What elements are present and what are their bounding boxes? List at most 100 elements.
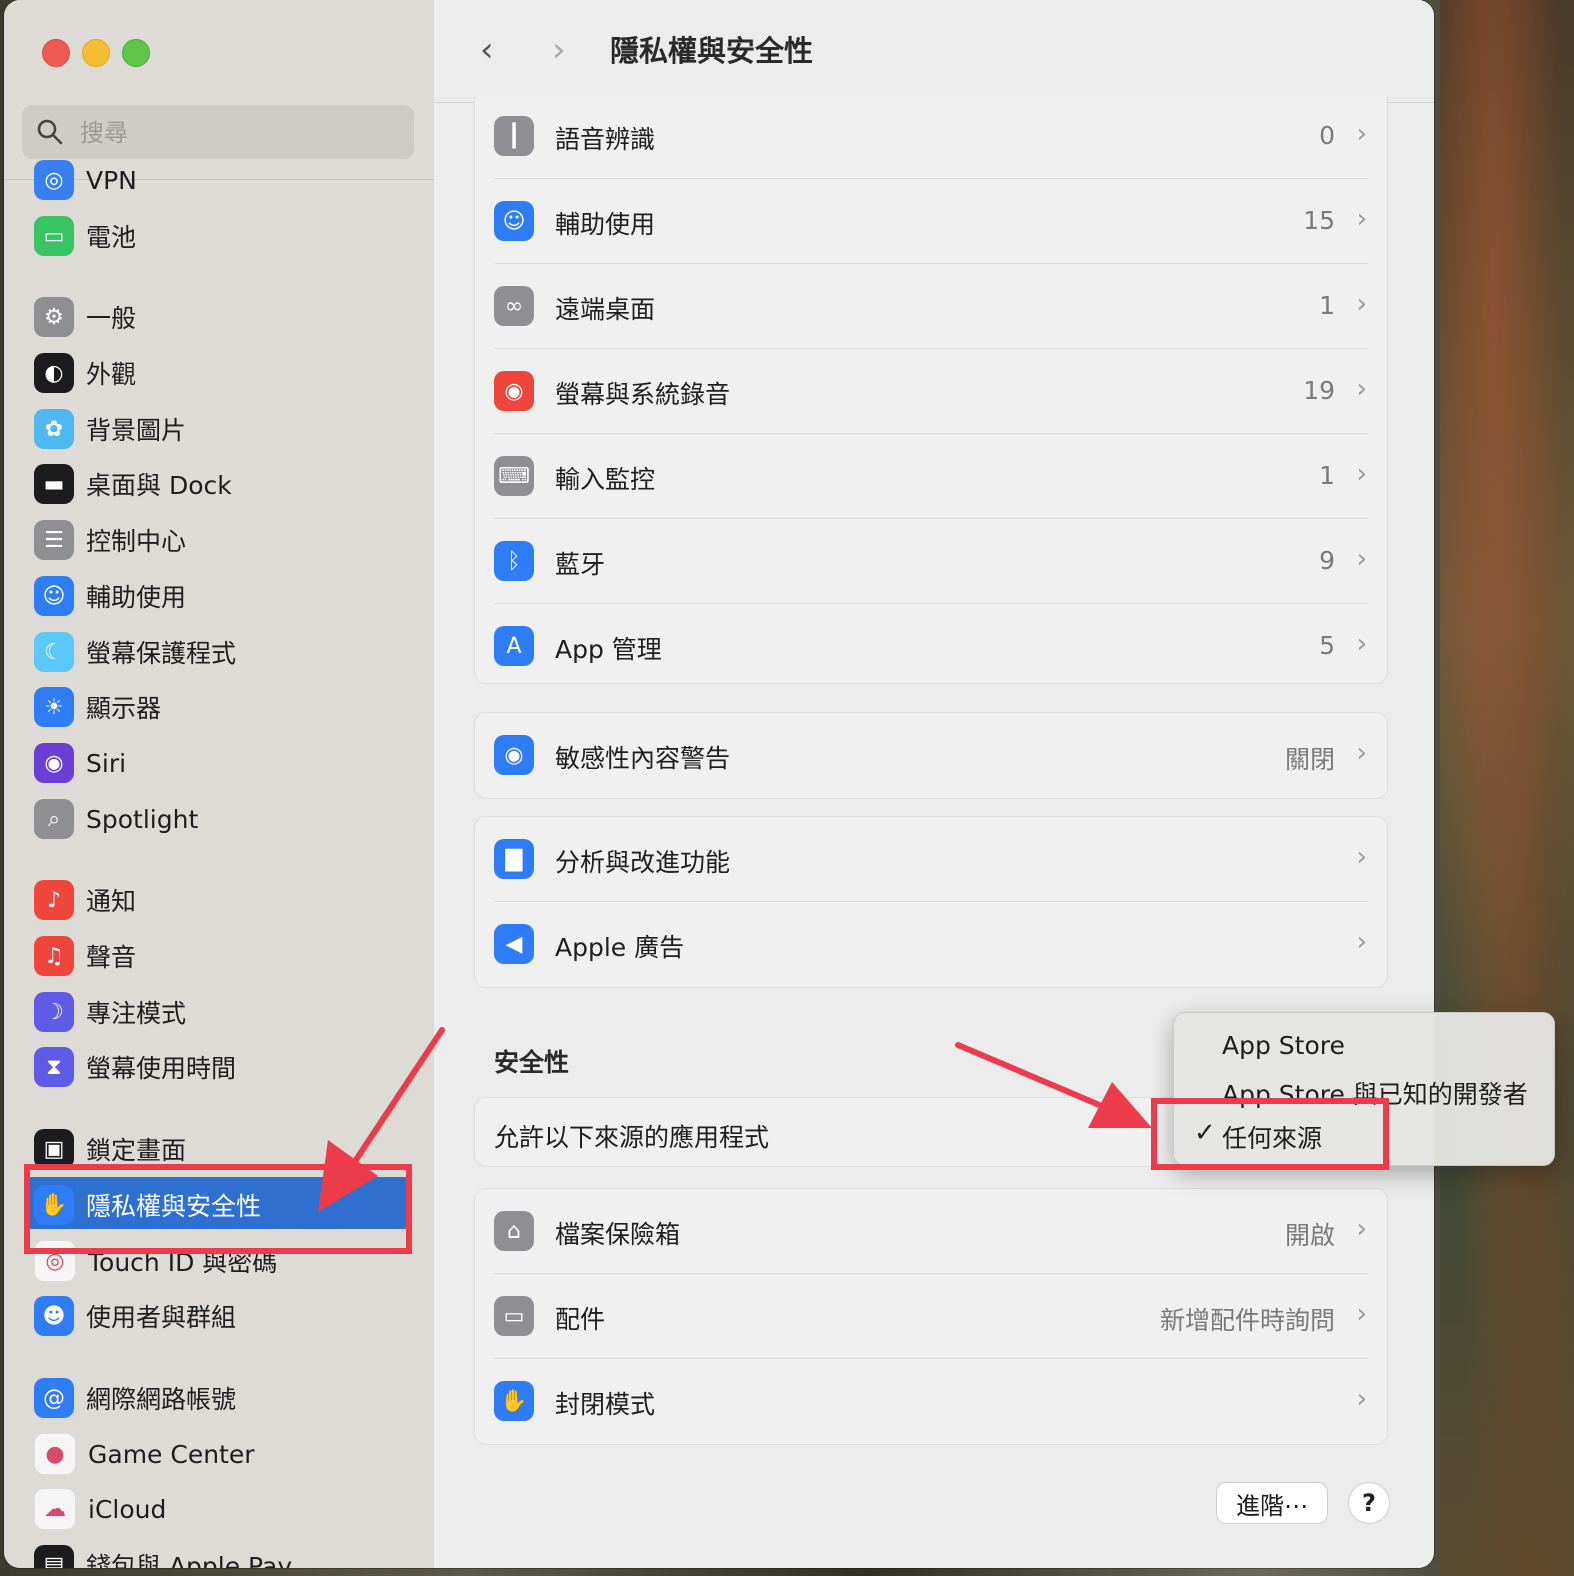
settings-row[interactable]: A App 管理 5 › — [475, 604, 1387, 689]
zoom-button[interactable] — [122, 39, 150, 67]
sidebar-item-label: 電池 — [86, 223, 137, 252]
chevron-right-icon: › — [1356, 289, 1367, 319]
chevron-right-icon: › — [1356, 738, 1367, 768]
settings-row[interactable]: ✋ 封閉模式 › — [475, 1359, 1387, 1444]
row-value: 關閉 — [1284, 745, 1335, 774]
sidebar-item-label: 網際網路帳號 — [86, 1385, 237, 1414]
forward-button[interactable]: › — [552, 30, 566, 70]
sidebar-item-label: 一般 — [86, 304, 137, 333]
row-value: 新增配件時詢問 — [1159, 1306, 1335, 1335]
help-button[interactable]: ? — [1348, 1482, 1390, 1524]
sidebar-item-label: VPN — [86, 165, 137, 195]
sidebar-item-14[interactable]: ☽ 專注模式 — [34, 988, 186, 1036]
settings-row[interactable]: ᛒ 藍牙 9 › — [475, 519, 1387, 604]
chevron-right-icon: › — [1356, 119, 1367, 149]
settings-row[interactable]: ▇ 分析與改進功能 › — [475, 817, 1387, 902]
sidebar-item-0[interactable]: ◎ VPN — [34, 156, 137, 204]
search-icon — [37, 119, 63, 145]
row-label: 語音辨識 — [555, 125, 656, 154]
control-center-icon: ☰ — [34, 520, 74, 560]
chevron-right-icon: › — [1356, 842, 1367, 872]
popup-option-app-store[interactable]: App Store — [1222, 1031, 1345, 1060]
sidebar-item-label: 螢幕保護程式 — [86, 639, 237, 668]
minimize-button[interactable] — [82, 39, 110, 67]
sidebar-item-label: 鎖定畫面 — [86, 1136, 187, 1165]
game-center-icon: ● — [34, 1433, 76, 1475]
sidebar-item-11[interactable]: ⌕ Spotlight — [34, 795, 198, 843]
row-value: 開啟 — [1284, 1221, 1335, 1250]
settings-row[interactable]: ☺ 輔助使用 15 › — [475, 179, 1387, 264]
accessory-icon: ▭ — [494, 1296, 534, 1336]
sidebar-item-label: Spotlight — [86, 804, 199, 834]
sidebar-item-20[interactable]: @ 網際網路帳號 — [34, 1374, 236, 1422]
sidebar-item-label: 顯示器 — [86, 694, 162, 723]
settings-row[interactable]: ◉ 敏感性內容警告 關閉 › — [475, 713, 1387, 798]
bluetooth-icon: ᛒ — [494, 541, 534, 581]
sidebar-item-21[interactable]: ● Game Center — [34, 1430, 255, 1478]
settings-row[interactable]: ∞ 遠端桌面 1 › — [475, 264, 1387, 349]
battery-icon: ▭ — [34, 216, 74, 256]
settings-row[interactable]: ⌂ 檔案保險箱 開啟 › — [475, 1189, 1387, 1274]
sidebar-item-10[interactable]: ◉ Siri — [34, 739, 126, 787]
annotation-box-popup — [1151, 1098, 1389, 1170]
chevron-right-icon: › — [1356, 374, 1367, 404]
back-button[interactable]: ‹ — [480, 30, 494, 70]
sidebar-item-15[interactable]: ⧗ 螢幕使用時間 — [34, 1043, 236, 1091]
sidebar-item-2[interactable]: ⚙ 一般 — [34, 293, 136, 341]
permissions-card: ┃ 語音辨識 0 › ☺ 輔助使用 15 › ∞ 遠端桌面 1 › ◉ 螢幕與系統錄音 19 › ⌨ 輸入監控 1 ›… — [474, 96, 1388, 684]
row-value: 1 — [1319, 291, 1335, 320]
chevron-right-icon: › — [1356, 629, 1367, 659]
settings-row[interactable]: ⌨ 輸入監控 1 › — [475, 434, 1387, 519]
sidebar-item-5[interactable]: ▬ 桌面與 Dock — [34, 460, 232, 508]
sidebar-item-label: 控制中心 — [86, 527, 187, 556]
accessibility-icon: ☺ — [34, 576, 74, 616]
filevault-icon: ⌂ — [494, 1211, 534, 1251]
notification-icon: ♪ — [34, 880, 74, 920]
sidebar-item-13[interactable]: ♫ 聲音 — [34, 932, 136, 980]
sidebar-item-label: iCloud — [88, 1494, 167, 1524]
settings-row[interactable]: ▭ 配件 新增配件時詢問 › — [475, 1274, 1387, 1359]
row-label: 敏感性內容警告 — [555, 744, 731, 773]
page-title: 隱私權與安全性 — [610, 34, 814, 68]
sidebar-item-22[interactable]: ☁ iCloud — [34, 1485, 166, 1533]
sidebar-item-8[interactable]: ☾ 螢幕保護程式 — [34, 628, 236, 676]
allow-apps-label: 允許以下來源的應用程式 — [494, 1123, 770, 1152]
sound-icon: ♫ — [34, 936, 74, 976]
settings-row[interactable]: ◉ 螢幕與系統錄音 19 › — [475, 349, 1387, 434]
row-label: 遠端桌面 — [555, 295, 656, 324]
hourglass-icon: ⧗ — [34, 1047, 74, 1087]
focus-moon-icon: ☽ — [34, 992, 74, 1032]
screensaver-icon: ☾ — [34, 632, 74, 672]
chevron-right-icon: › — [1356, 1384, 1367, 1414]
row-value: 15 — [1303, 206, 1335, 235]
row-label: 分析與改進功能 — [555, 848, 731, 877]
icloud-icon: ☁ — [34, 1488, 76, 1530]
sidebar-item-label: Siri — [86, 748, 127, 778]
sidebar-item-7[interactable]: ☺ 輔助使用 — [34, 572, 186, 620]
sidebar-item-9[interactable]: ☀ 顯示器 — [34, 683, 161, 731]
search-field[interactable] — [22, 105, 414, 159]
analytics-card: ▇ 分析與改進功能 › ◀ Apple 廣告 › — [474, 816, 1388, 988]
sidebar-item-4[interactable]: ✿ 背景圖片 — [34, 405, 186, 453]
settings-row[interactable]: ◀ Apple 廣告 › — [475, 902, 1387, 987]
row-label: 封閉模式 — [555, 1390, 656, 1419]
sidebar-item-label: 通知 — [86, 887, 137, 916]
sidebar-item-23[interactable]: ▤ 錢包與 Apple Pay — [34, 1541, 292, 1568]
hand-icon: ✋ — [494, 1381, 534, 1421]
search-input[interactable] — [78, 113, 402, 153]
close-button[interactable] — [42, 39, 70, 67]
accessibility-icon: ☺ — [494, 201, 534, 241]
sidebar-item-19[interactable]: ☻ 使用者與群組 — [34, 1292, 236, 1340]
settings-row[interactable]: ┃ 語音辨識 0 › — [475, 94, 1387, 179]
annotation-box-sidebar — [24, 1164, 412, 1254]
sidebar-item-3[interactable]: ◐ 外觀 — [34, 349, 136, 397]
advanced-button[interactable]: 進階⋯ — [1216, 1482, 1328, 1524]
sensitive-content-card: ◉ 敏感性內容警告 關閉 › — [474, 712, 1388, 799]
siri-icon: ◉ — [34, 743, 74, 783]
sidebar-item-1[interactable]: ▭ 電池 — [34, 212, 136, 260]
security-card: ⌂ 檔案保險箱 開啟 › ▭ 配件 新增配件時詢問 › ✋ 封閉模式 › — [474, 1188, 1388, 1445]
sidebar-item-12[interactable]: ♪ 通知 — [34, 876, 136, 924]
wallpaper-icon: ✿ — [34, 409, 74, 449]
chevron-right-icon: › — [1356, 459, 1367, 489]
sidebar-item-6[interactable]: ☰ 控制中心 — [34, 516, 186, 564]
